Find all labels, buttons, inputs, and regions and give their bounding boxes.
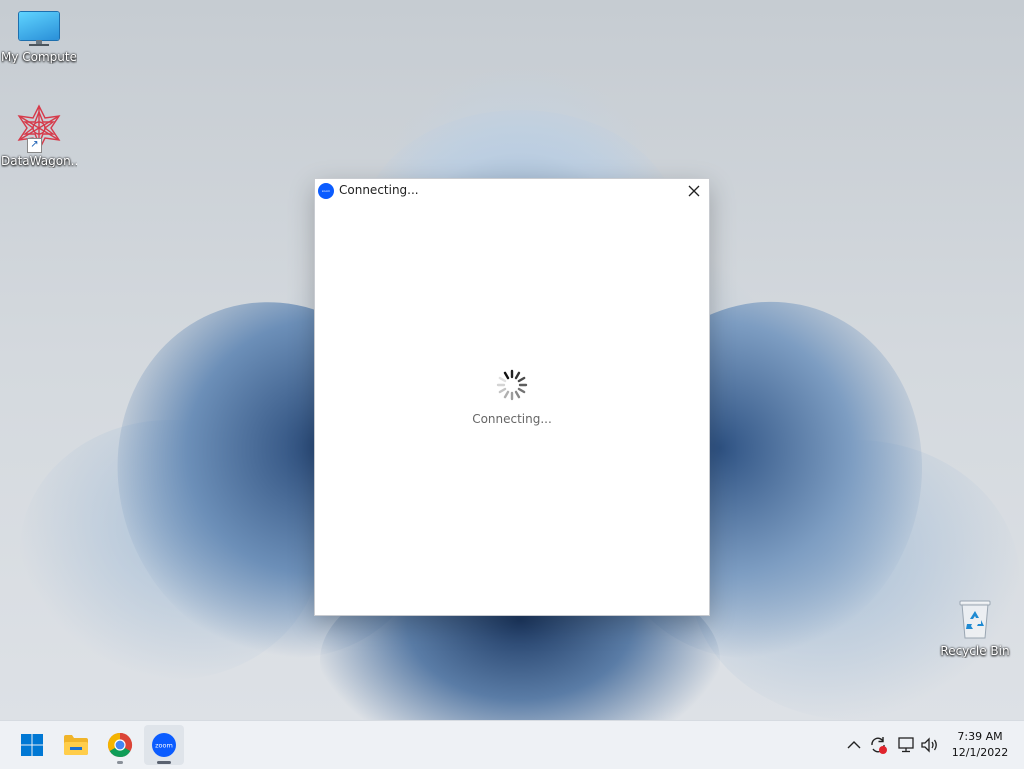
windows-start-icon xyxy=(21,734,43,756)
clock-time: 7:39 AM xyxy=(957,730,1003,743)
recycle-bin-icon xyxy=(955,598,995,642)
sync-alert-icon xyxy=(871,737,887,754)
chevron-up-icon xyxy=(847,741,861,749)
computer-icon xyxy=(17,10,61,48)
clock-date: 12/1/2022 xyxy=(951,746,1009,759)
tray-network[interactable] xyxy=(894,721,918,769)
zoom-connecting-dialog: zoom Connecting... Connecting... xyxy=(315,179,709,615)
desktop-icon-datawagon[interactable]: ↗ DataWagon... xyxy=(1,104,77,168)
show-hidden-icons-button[interactable] xyxy=(844,721,864,769)
desktop-icon-my-computer[interactable]: My Computer xyxy=(1,10,77,64)
desktop-icon-label: My Computer xyxy=(1,50,77,64)
start-button[interactable] xyxy=(12,725,52,765)
zoom-icon-label: zoom xyxy=(155,742,173,750)
taskbar-zoom[interactable]: zoom xyxy=(144,725,184,765)
folder-icon xyxy=(64,735,88,755)
chrome-icon xyxy=(107,733,133,758)
close-icon xyxy=(688,185,700,197)
desktop-icon-label: Recycle Bin xyxy=(940,644,1010,658)
desktop-icon-label: DataWagon... xyxy=(1,154,77,168)
zoom-app-icon: zoom xyxy=(318,183,334,199)
close-button[interactable] xyxy=(679,179,709,203)
volume-icon xyxy=(921,737,937,753)
taskbar-clock[interactable]: 7:39 AM 12/1/2022 xyxy=(944,729,1016,761)
desktop-icon-recycle-bin[interactable]: Recycle Bin xyxy=(937,598,1013,658)
running-indicator xyxy=(117,761,123,764)
running-indicator xyxy=(157,761,171,764)
tray-volume[interactable] xyxy=(918,721,942,769)
datawagon-icon: ↗ xyxy=(15,104,63,153)
taskbar-file-explorer[interactable] xyxy=(56,725,96,765)
dialog-title: Connecting... xyxy=(339,183,419,197)
tray-sync-alert[interactable] xyxy=(866,721,890,769)
loading-spinner-icon xyxy=(496,369,528,401)
taskbar: zoom 7:39 AM 12/1/2022 xyxy=(0,720,1024,769)
network-icon xyxy=(898,737,914,753)
taskbar-chrome[interactable] xyxy=(100,725,140,765)
connecting-status-text: Connecting... xyxy=(472,412,552,426)
shortcut-arrow-icon: ↗ xyxy=(27,138,42,153)
zoom-icon: zoom xyxy=(152,733,176,757)
dialog-titlebar[interactable]: zoom Connecting... xyxy=(315,179,709,203)
